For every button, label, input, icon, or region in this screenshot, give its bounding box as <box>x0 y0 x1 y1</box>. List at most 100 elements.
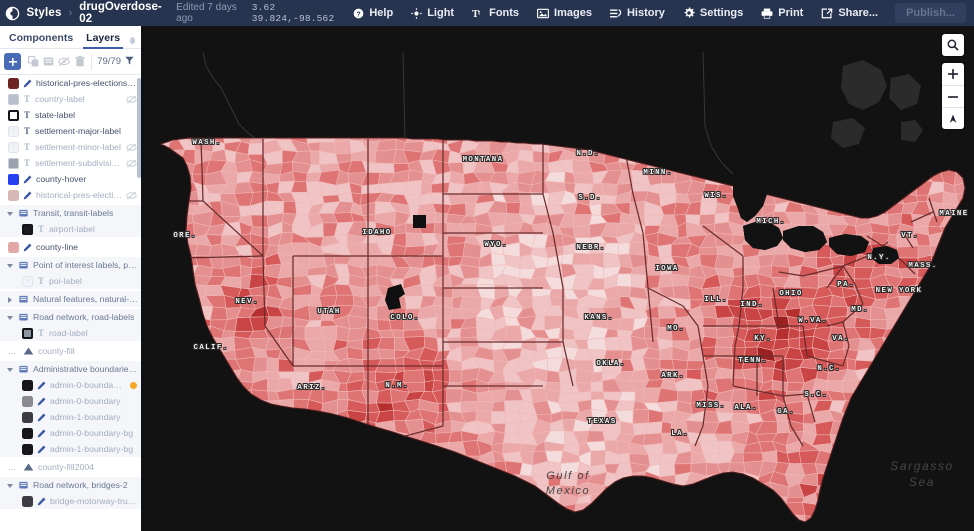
layer-group-header[interactable]: Road network, bridges-2 <box>0 477 141 493</box>
text-icon: T <box>23 125 30 136</box>
text-icon: T <box>37 327 44 338</box>
compass-reset-button[interactable] <box>942 107 964 129</box>
share-button[interactable]: Share... <box>812 0 887 26</box>
layer-group-header[interactable]: Administrative boundaries, ad... <box>0 361 141 377</box>
layer-row[interactable]: admin-1-boundary-bg <box>0 441 141 457</box>
chevron-down-icon[interactable] <box>7 314 15 321</box>
layer-swatch[interactable] <box>22 327 33 339</box>
mapbox-logo-icon[interactable] <box>0 0 25 26</box>
layer-group-name: Administrative boundaries, ad... <box>33 364 138 374</box>
chevron-down-icon[interactable] <box>7 262 15 269</box>
layer-row[interactable]: admin-0-boundary-... <box>0 377 141 393</box>
folder-icon <box>19 209 29 218</box>
map-canvas[interactable]: WASH. ORE. IDAHO MONTANA N.D. S.D. WYO. NEBR. MI… <box>143 26 974 531</box>
help-button[interactable]: ? Help <box>344 0 402 26</box>
layer-row[interactable]: county-line <box>0 239 141 255</box>
light-button[interactable]: Light <box>402 0 463 26</box>
layer-group-header[interactable]: Natural features, natural-labels <box>0 291 141 307</box>
publish-button[interactable]: Publish... <box>895 3 966 23</box>
duplicate-icon[interactable] <box>25 53 41 70</box>
zoom-in-button[interactable] <box>942 63 964 85</box>
layer-row[interactable]: ▫ Tsettlement-minor-label <box>0 139 141 155</box>
svg-text:?: ? <box>357 9 362 18</box>
text-icon: T <box>23 93 30 104</box>
layer-swatch[interactable] <box>22 379 33 391</box>
layer-row[interactable]: ▫ Tpoi-label <box>0 273 141 289</box>
layer-group-header[interactable]: Transit, transit-labels <box>0 205 141 221</box>
layer-row[interactable]: historical-pres-elections-... <box>0 187 141 203</box>
map-controls <box>942 34 964 129</box>
layer-swatch[interactable] <box>22 427 33 439</box>
layer-swatch[interactable] <box>8 157 19 169</box>
page-title: drugOverdose-02 <box>79 1 162 25</box>
settings-button[interactable]: Settings <box>674 0 752 26</box>
chevron-down-icon[interactable] <box>7 366 15 373</box>
add-layer-button[interactable] <box>4 53 22 70</box>
layer-swatch[interactable] <box>8 173 19 185</box>
breadcrumb-styles[interactable]: Styles <box>27 7 62 19</box>
layer-swatch[interactable] <box>22 495 33 507</box>
layer-row[interactable]: bridge-motorway-trunk... <box>0 493 141 509</box>
layer-swatch[interactable] <box>22 395 33 407</box>
map-vector-render <box>143 26 974 531</box>
layer-row[interactable]: Tairport-label <box>0 221 141 237</box>
layer-hidden-icon[interactable] <box>126 190 137 200</box>
layer-hidden-icon[interactable] <box>126 142 137 152</box>
layer-hidden-icon[interactable] <box>126 158 137 168</box>
layer-row[interactable]: Troad-label <box>0 325 141 341</box>
layer-name: historical-pres-elections-state <box>36 78 137 88</box>
layer-group-header[interactable]: Road network, road-labels <box>0 309 141 325</box>
layer-hidden-icon[interactable] <box>126 94 137 104</box>
map-search-button[interactable] <box>942 34 964 56</box>
trash-icon[interactable] <box>72 53 88 70</box>
layer-list[interactable]: historical-pres-elections-state Tcountry-… <box>0 75 141 531</box>
chevron-down-icon[interactable] <box>7 210 15 217</box>
layer-name: settlement-minor-label <box>35 142 121 152</box>
layer-swatch[interactable] <box>8 77 19 89</box>
history-button[interactable]: History <box>601 0 674 26</box>
layers-toolbar: 79/79 <box>0 49 141 75</box>
fonts-button[interactable]: Tt Fonts <box>463 0 528 26</box>
layer-row[interactable]: admin-1-boundary <box>0 409 141 425</box>
chevron-down-icon[interactable] <box>7 482 15 489</box>
plus-icon <box>948 69 958 79</box>
layer-row[interactable]: admin-0-boundary-bg <box>0 425 141 441</box>
chevron-right-icon[interactable] <box>8 296 15 303</box>
layer-group-header[interactable]: Point of interest labels, poi-lab... <box>0 257 141 273</box>
group-icon[interactable] <box>41 53 57 70</box>
print-button[interactable]: Print <box>752 0 812 26</box>
share-label: Share... <box>838 7 879 19</box>
tab-layers[interactable]: Layers <box>83 32 123 49</box>
filter-icon[interactable] <box>125 56 134 68</box>
layer-row[interactable]: county-hover <box>0 171 141 187</box>
toolbar-divider <box>91 53 93 70</box>
layer-row[interactable]: … county-fill2004 <box>0 459 141 475</box>
layer-swatch[interactable]: ▫ <box>8 141 19 153</box>
folder-icon <box>19 481 29 490</box>
layer-row[interactable]: Tcountry-label <box>0 91 141 107</box>
history-label: History <box>626 7 665 19</box>
layer-row[interactable]: ▫ Tsettlement-major-label <box>0 123 141 139</box>
layer-row[interactable]: Tsettlement-subdivision-l... <box>0 155 141 171</box>
layer-swatch[interactable] <box>8 109 19 121</box>
hide-icon[interactable] <box>56 53 72 70</box>
layer-swatch[interactable] <box>22 443 33 455</box>
layer-swatch[interactable] <box>8 93 19 105</box>
zoom-out-button[interactable] <box>942 85 964 107</box>
layer-swatch[interactable]: ▫ <box>8 125 19 137</box>
layer-row[interactable]: admin-0-boundary <box>0 393 141 409</box>
layer-row[interactable]: … county-fill <box>0 343 141 359</box>
images-button[interactable]: Images <box>528 0 601 26</box>
layer-swatch[interactable] <box>22 223 33 235</box>
layer-swatch[interactable] <box>22 411 33 423</box>
pen-icon <box>23 191 32 200</box>
layer-row[interactable]: historical-pres-elections-state <box>0 75 141 91</box>
layer-group: Transit, transit-labels Tairport-label <box>0 205 141 237</box>
tab-components[interactable]: Components <box>6 32 76 48</box>
layer-swatch[interactable] <box>8 241 19 253</box>
layer-swatch[interactable]: ▫ <box>22 275 33 287</box>
layer-row[interactable]: Tstate-label <box>0 107 141 123</box>
layer-swatch[interactable] <box>8 189 19 201</box>
text-icon: T <box>37 223 44 234</box>
layer-group-name: Road network, bridges-2 <box>33 480 128 490</box>
